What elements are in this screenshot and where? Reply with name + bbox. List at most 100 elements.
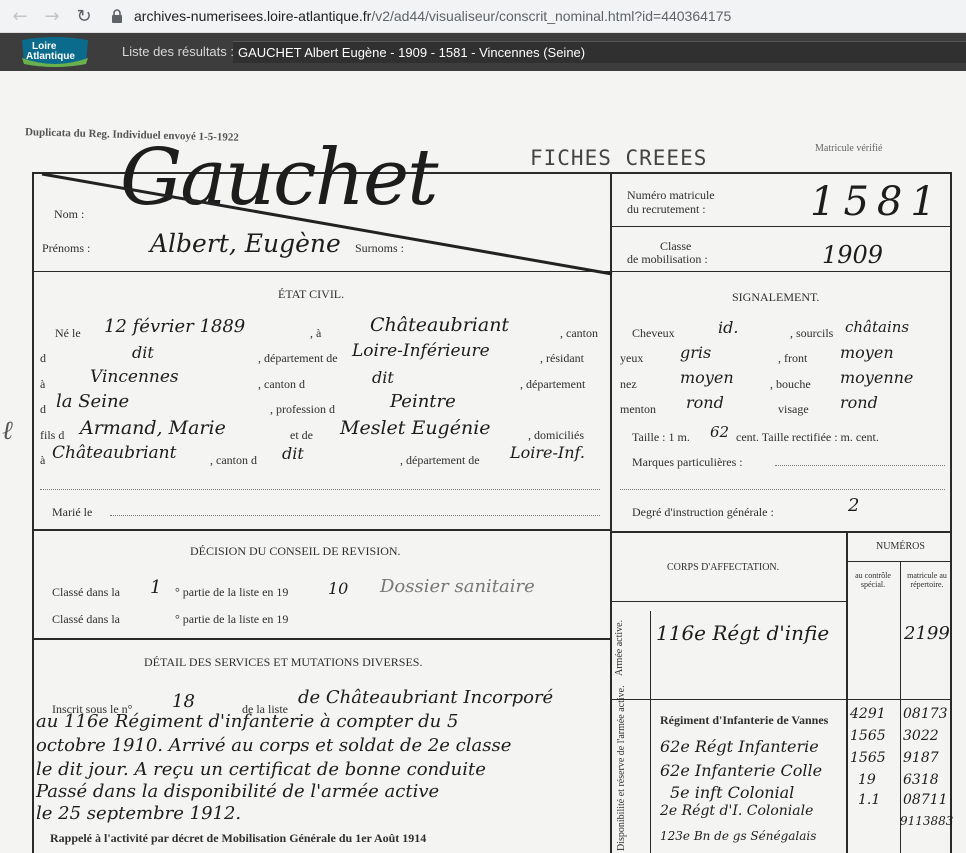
browser-toolbar: ← → ↻ archives-numerisees.loire-atlantiq… <box>0 0 966 33</box>
line-numeros-col-1 <box>846 533 848 853</box>
bouche-value: moyenne <box>840 368 914 387</box>
partie-2: ° partie de la liste en 19 <box>175 612 289 626</box>
menton-value: rond <box>686 393 724 412</box>
yeux-value: gris <box>680 343 712 362</box>
line-armee-split <box>611 699 951 700</box>
visage-label: visage <box>778 402 809 416</box>
taille-label: Taille : 1 m. <box>632 430 690 444</box>
degre-label: Degré d'instruction générale : <box>632 505 774 519</box>
sourcils-value: châtains <box>845 318 910 336</box>
residence: Vincennes <box>90 367 179 387</box>
stamp-fiches-creees: FICHES CREEES <box>530 146 708 170</box>
ne-le-label: Né le <box>55 326 81 340</box>
arrow-right-icon[interactable]: → <box>40 4 64 28</box>
num-repertoire: 3022 <box>903 728 939 744</box>
corps-4: 62e Infanterie Colle <box>660 761 823 780</box>
line-numeros-col-2 <box>900 561 901 853</box>
scanned-register-sheet: Duplicata du Reg. Individuel envoyé 1-5-… <box>0 71 966 853</box>
service-line: octobre 1910. Arrivé au corps et soldat … <box>36 735 512 756</box>
corps-3: 62e Régt Infanterie <box>660 737 819 756</box>
frame-right <box>950 172 952 853</box>
et-label: et de <box>290 428 313 442</box>
menton-label: menton <box>620 402 656 416</box>
etat-civil-title: ÉTAT CIVIL. <box>278 287 345 301</box>
marie-label: Marié le <box>52 505 93 519</box>
num-controle: 19 <box>858 772 876 788</box>
inscrit-value: 18 <box>172 691 195 712</box>
corps-title: CORPS D'AFFECTATION. <box>667 562 780 573</box>
departement2-value: la Seine <box>56 391 130 412</box>
classe-label-2: de mobilisation : <box>627 252 708 266</box>
service-line: au 116e Régiment d'infanterie à compter … <box>36 711 459 732</box>
sourcils-label: , sourcils <box>790 326 834 340</box>
canton-value: dit <box>132 343 154 362</box>
residant-label: , résidant <box>540 351 584 365</box>
url-path: /v2/ad44/visualiseur/conscrit_nominal.ht… <box>371 8 732 24</box>
canton2-label: , canton d <box>258 377 305 391</box>
decision-title: DÉCISION DU CONSEIL DE REVISION. <box>190 544 401 558</box>
service-line: le dit jour. A reçu un certificat de bon… <box>36 759 486 780</box>
numero-value: 1581 <box>810 179 944 225</box>
cheveux-value: id. <box>718 318 739 337</box>
father: Armand, Marie <box>80 417 226 439</box>
matricule-rep-label: matricule au répertoire. <box>907 571 947 589</box>
service-line: le 25 septembre 1912. <box>36 803 242 824</box>
fils-label: fils d <box>40 428 65 442</box>
url-host: archives-numerisees.loire-atlantique.fr <box>134 8 372 24</box>
corps-7: 123e Bn de gs Sénégalais <box>660 829 817 843</box>
domicilies-label: , domiciliés <box>528 428 584 442</box>
nez-value: moyen <box>680 368 734 387</box>
loire-atlantique-logo[interactable]: Loire Atlantique <box>20 36 90 68</box>
classe-dans-1: Classé dans la <box>52 585 120 599</box>
canton3-value: dit <box>282 444 304 463</box>
logo-line2: Atlantique <box>26 51 75 62</box>
de2-label: d <box>40 402 46 416</box>
classe-dans-2: Classé dans la <box>52 612 120 626</box>
dotted-line <box>40 489 600 490</box>
marques-label: Marques particulières : <box>632 455 743 469</box>
dotted-line <box>620 489 945 490</box>
domicile: Châteaubriant <box>52 443 177 463</box>
document-viewer[interactable]: Duplicata du Reg. Individuel envoyé 1-5-… <box>0 71 966 853</box>
classe-value: 1909 <box>822 241 884 269</box>
line-armee-col <box>650 611 651 853</box>
url-text: archives-numerisees.loire-atlantique.fr/… <box>134 8 731 24</box>
corps-1-num: 2199 <box>904 623 950 644</box>
reload-icon[interactable]: ↻ <box>72 4 96 28</box>
detail-title: DÉTAIL DES SERVICES ET MUTATIONS DIVERSE… <box>144 655 423 669</box>
num-repertoire: 08173 <box>903 706 948 722</box>
line-under-decision <box>32 638 610 640</box>
canton2-value: dit <box>372 368 394 387</box>
dotted-line <box>110 515 600 516</box>
degre-value: 2 <box>848 495 860 516</box>
taille-value: 62 <box>710 423 730 441</box>
mother: Meslet Eugénie <box>340 417 491 439</box>
nez-label: nez <box>620 377 637 391</box>
dotted-line <box>775 465 945 466</box>
num-repertoire: 08711 <box>903 792 948 808</box>
name-strike-line <box>41 172 613 276</box>
canton-label: , canton <box>560 326 598 340</box>
departement3-value: Loire-Inf. <box>510 443 585 462</box>
line-under-classe <box>611 271 951 272</box>
num-repertoire: 9113883 <box>900 814 954 828</box>
num-controle: 1.1 <box>858 792 881 808</box>
a3-label: à <box>40 453 46 467</box>
departement-label: , département de <box>258 351 338 365</box>
birth-place: Châteaubriant <box>370 314 510 336</box>
results-select[interactable]: GAUCHET Albert Eugène - 1909 - 1581 - Vi… <box>233 41 966 63</box>
line-under-degre <box>611 531 951 533</box>
service-line: de Châteaubriant Incorporé <box>298 687 554 708</box>
signalement-title: SIGNALEMENT. <box>732 290 820 304</box>
au-controle-label: au contrôle spécial. <box>855 571 891 589</box>
departement2-label: , département <box>520 377 586 391</box>
line-under-etatcivil <box>32 529 610 531</box>
visage-value: rond <box>840 393 878 412</box>
frame-left <box>32 172 34 853</box>
margin-mark: ℓ <box>2 416 13 446</box>
profession-label: , profession d <box>270 402 335 416</box>
arrow-left-icon[interactable]: ← <box>8 4 32 28</box>
corps-1: 116e Régt d'infie <box>656 621 830 645</box>
address-bar[interactable]: archives-numerisees.loire-atlantique.fr/… <box>110 3 731 29</box>
a-label: , à <box>310 326 322 340</box>
